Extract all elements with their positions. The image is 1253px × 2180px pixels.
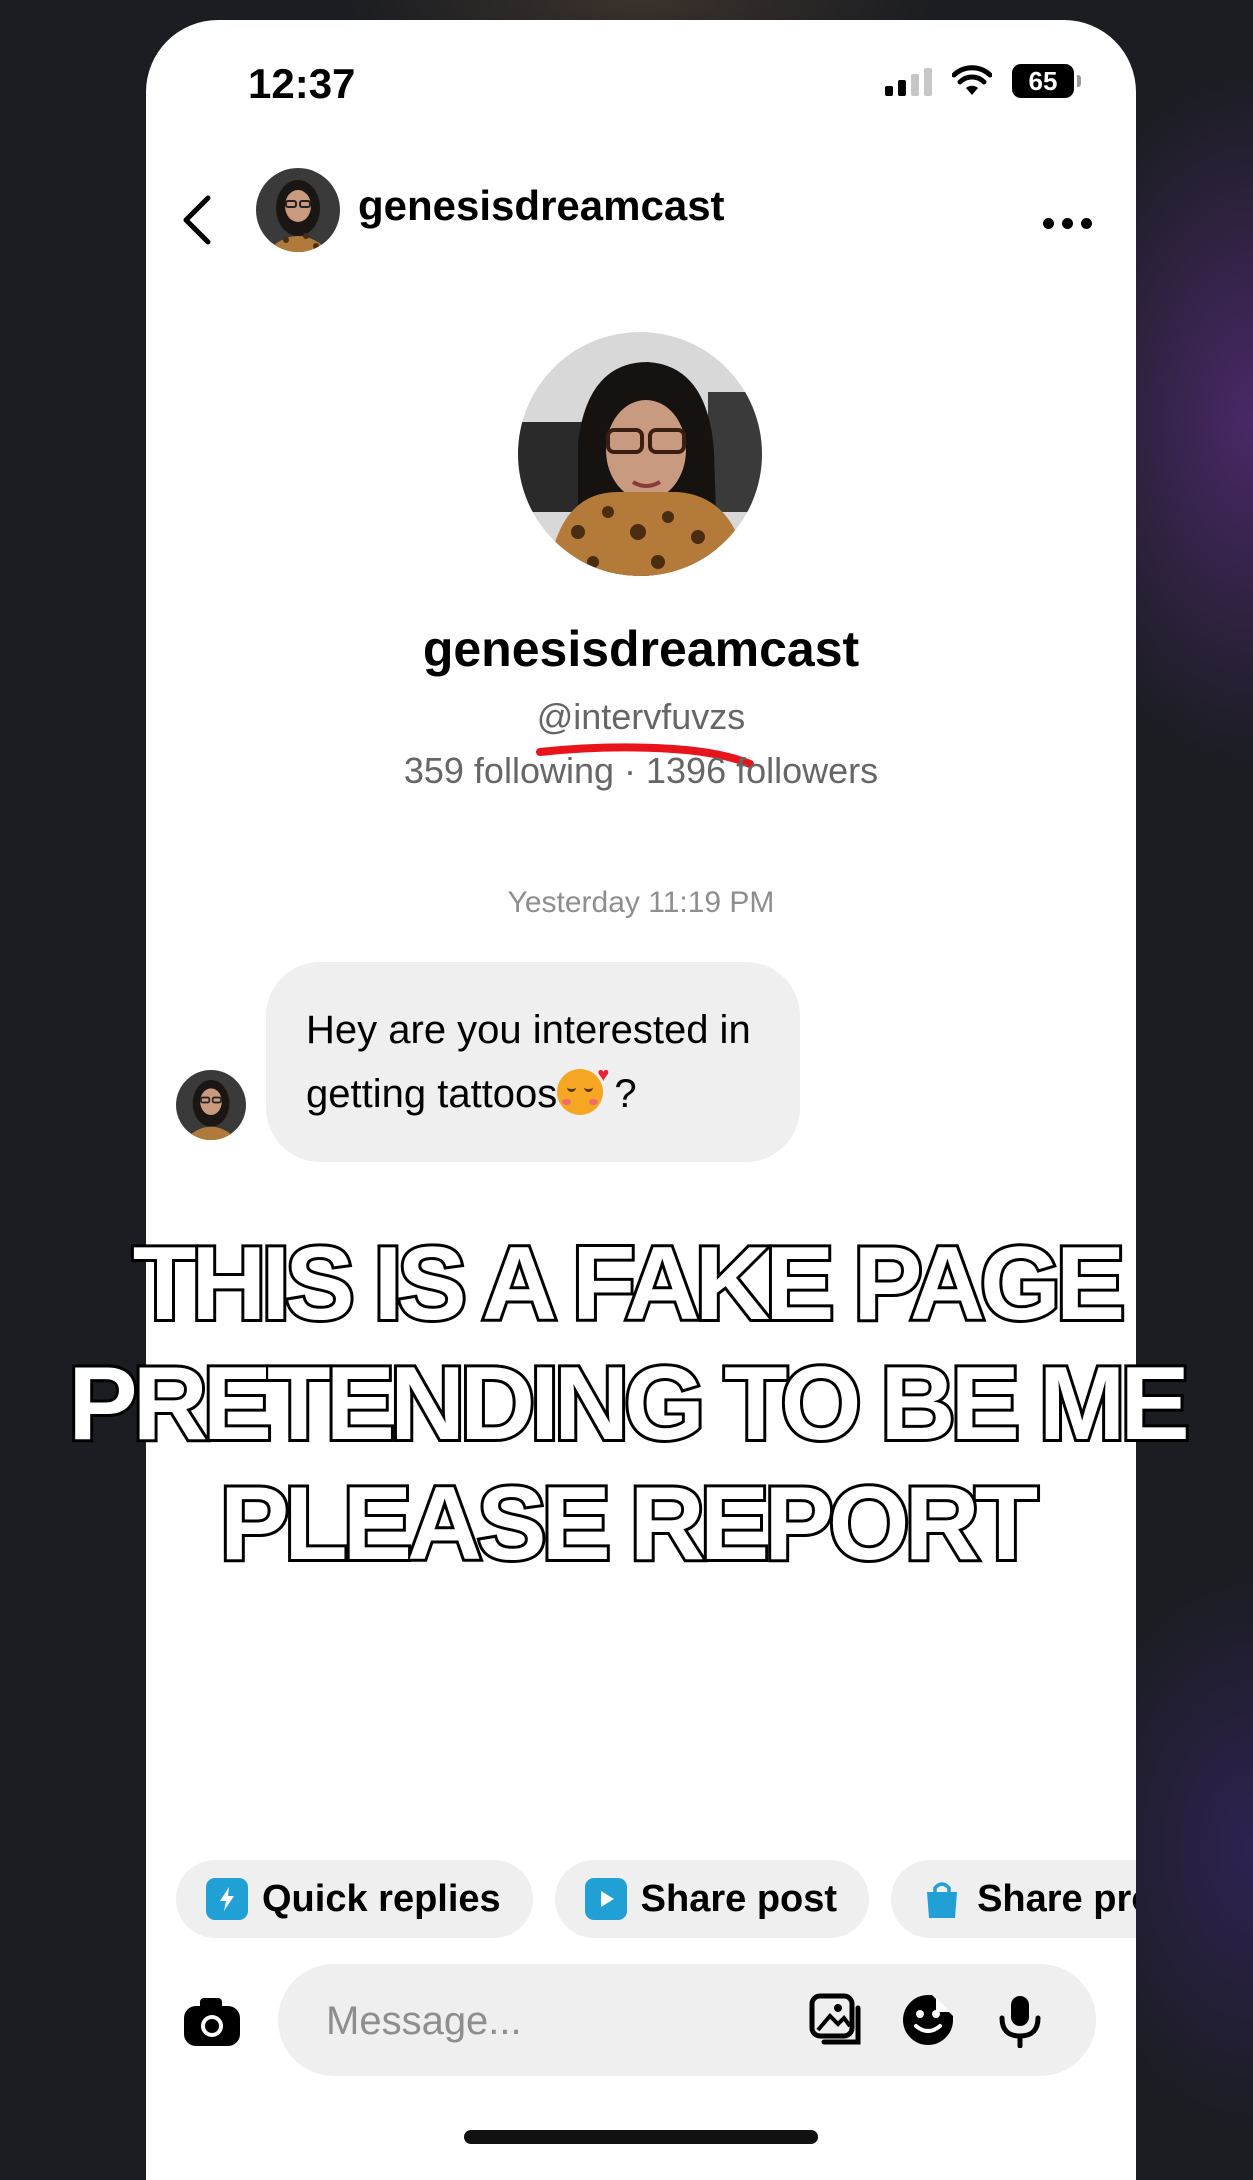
caption-line-1: THIS IS A FAKE PAGE bbox=[130, 1223, 1129, 1345]
warning-caption-overlay: THIS IS A FAKE PAGE PRETENDING TO BE ME … bbox=[0, 1223, 1253, 1585]
smiling-face-with-hearts-icon: ♥ bbox=[557, 1065, 609, 1115]
camera-icon[interactable] bbox=[182, 1992, 242, 2052]
share-post-label: Share post bbox=[640, 1877, 838, 1920]
profile-avatar[interactable] bbox=[518, 332, 762, 576]
gallery-icon[interactable] bbox=[808, 1992, 864, 2048]
message-bubble[interactable]: Hey are you interested in getting tattoo… bbox=[266, 962, 800, 1162]
signal-icon bbox=[885, 66, 932, 96]
caption-line-3: PLEASE REPORT bbox=[217, 1463, 1041, 1585]
header-avatar[interactable] bbox=[256, 168, 340, 252]
status-time: 12:37 bbox=[248, 60, 356, 107]
microphone-icon[interactable] bbox=[992, 1992, 1048, 2048]
message-timestamp: Yesterday 11:19 PM bbox=[507, 886, 775, 919]
message-composer bbox=[278, 1964, 1096, 2078]
message-line-1: Hey are you interested in bbox=[306, 1008, 751, 1052]
caption-line-2: PRETENDING TO BE ME bbox=[65, 1343, 1193, 1465]
profile-display-name: genesisdreamcast bbox=[422, 621, 860, 677]
message-line-2: getting tattoos ♥ ? bbox=[306, 1062, 760, 1126]
sticker-icon[interactable] bbox=[900, 1992, 956, 2048]
wifi-icon bbox=[952, 65, 992, 95]
message-input[interactable] bbox=[324, 1964, 768, 2078]
share-post-button[interactable]: Share post bbox=[554, 1860, 870, 1938]
play-square-icon bbox=[584, 1878, 627, 1920]
share-profile-button[interactable]: Share pro bbox=[891, 1860, 1136, 1938]
profile-handle: @intervfuvzs bbox=[536, 696, 746, 737]
share-profile-label: Share pro bbox=[977, 1877, 1136, 1920]
shopping-bag-icon bbox=[921, 1878, 963, 1920]
battery-icon: 65 bbox=[1012, 64, 1081, 98]
quick-replies-label: Quick replies bbox=[262, 1877, 501, 1920]
home-indicator bbox=[464, 2130, 818, 2144]
lightning-bubble-icon bbox=[206, 1878, 248, 1920]
status-icons: 65 bbox=[885, 64, 1081, 98]
quick-replies-button[interactable]: Quick replies bbox=[176, 1860, 533, 1938]
quick-actions-row: Quick replies Share post Share pro bbox=[176, 1860, 1136, 1938]
header-username[interactable]: genesisdreamcast bbox=[358, 182, 725, 230]
profile-stats[interactable]: 359 following · 1396 followers bbox=[146, 750, 1136, 792]
back-chevron-icon[interactable] bbox=[178, 192, 218, 248]
phone-screen: 12:37 65 genesisdreamcast genesisdreamca… bbox=[146, 20, 1136, 2180]
message-text: getting tattoos bbox=[306, 1072, 558, 1116]
sender-avatar[interactable] bbox=[176, 1070, 246, 1140]
more-options-icon[interactable] bbox=[1043, 218, 1092, 229]
